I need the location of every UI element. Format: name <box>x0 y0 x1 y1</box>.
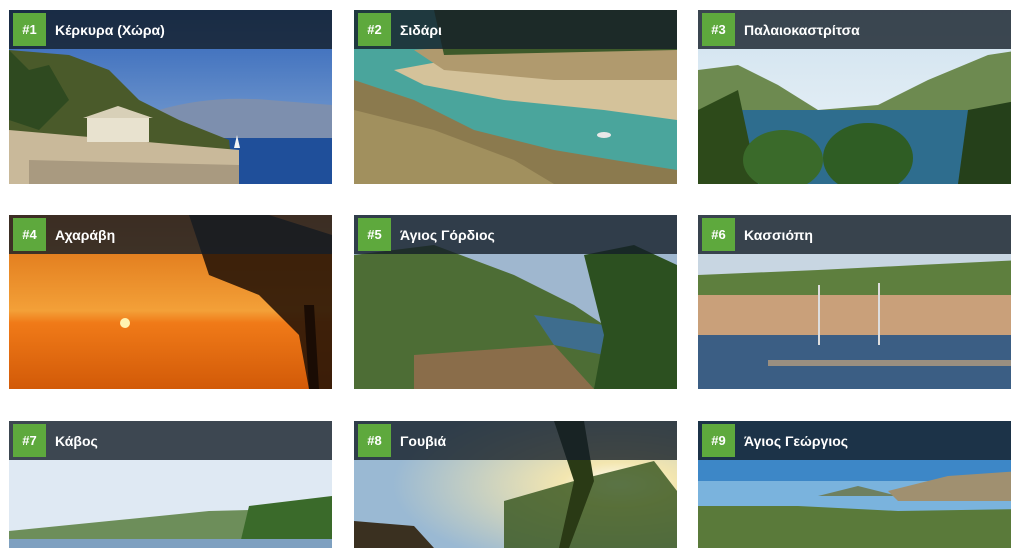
card-header: #2 Σιδάρι <box>354 10 677 49</box>
rank-badge: #2 <box>358 13 391 46</box>
rank-badge: #4 <box>13 218 46 251</box>
destination-name[interactable]: Γουβιά <box>400 433 446 449</box>
destination-card-agios-georgios[interactable]: #9 Άγιος Γεώργιος <box>698 421 1011 548</box>
destination-card-sidari[interactable]: #2 Σιδάρι <box>354 10 677 184</box>
card-header: #4 Αχαράβη <box>9 215 332 254</box>
rank-badge: #1 <box>13 13 46 46</box>
destination-card-acharavi[interactable]: #4 Αχαράβη <box>9 215 332 389</box>
rank-badge: #5 <box>358 218 391 251</box>
destination-name[interactable]: Κάβος <box>55 433 98 449</box>
destination-name[interactable]: Άγιος Γόρδιος <box>400 227 495 243</box>
card-header: #9 Άγιος Γεώργιος <box>698 421 1011 460</box>
destination-name[interactable]: Άγιος Γεώργιος <box>744 433 848 449</box>
card-header: #7 Κάβος <box>9 421 332 460</box>
destination-card-gouvia[interactable]: #8 Γουβιά <box>354 421 677 548</box>
rank-badge: #8 <box>358 424 391 457</box>
destination-name[interactable]: Κασσιόπη <box>744 227 813 243</box>
destination-card-agios-gordios[interactable]: #5 Άγιος Γόρδιος <box>354 215 677 389</box>
destination-card-palaiokastritsa[interactable]: #3 Παλαιοκαστρίτσα <box>698 10 1011 184</box>
destination-card-kassiopi[interactable]: #6 Κασσιόπη <box>698 215 1011 389</box>
destination-name[interactable]: Αχαράβη <box>55 227 115 243</box>
rank-badge: #9 <box>702 424 735 457</box>
card-header: #3 Παλαιοκαστρίτσα <box>698 10 1011 49</box>
rank-badge: #7 <box>13 424 46 457</box>
card-header: #6 Κασσιόπη <box>698 215 1011 254</box>
destination-card-kerkyra[interactable]: #1 Κέρκυρα (Χώρα) <box>9 10 332 184</box>
destination-grid: #1 Κέρκυρα (Χώρα) #2 Σιδάρι #3 Παλαιοκασ… <box>0 0 1011 548</box>
card-header: #1 Κέρκυρα (Χώρα) <box>9 10 332 49</box>
destination-card-kavos[interactable]: #7 Κάβος <box>9 421 332 548</box>
card-header: #8 Γουβιά <box>354 421 677 460</box>
rank-badge: #6 <box>702 218 735 251</box>
destination-name[interactable]: Σιδάρι <box>400 22 442 38</box>
destination-name[interactable]: Κέρκυρα (Χώρα) <box>55 22 165 38</box>
card-header: #5 Άγιος Γόρδιος <box>354 215 677 254</box>
rank-badge: #3 <box>702 13 735 46</box>
destination-name[interactable]: Παλαιοκαστρίτσα <box>744 22 860 38</box>
